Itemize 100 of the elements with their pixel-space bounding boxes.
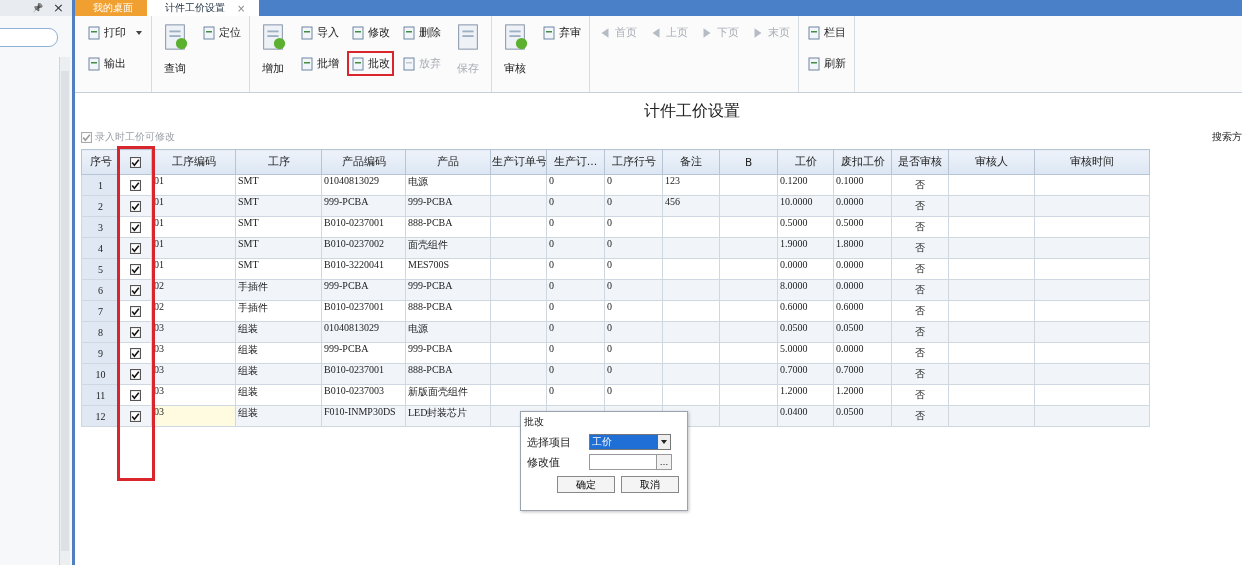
row-checkbox[interactable] (130, 221, 141, 233)
toolbar-button[interactable]: 导入 (296, 20, 343, 45)
table-cell: 0.7000 (836, 364, 864, 375)
search-field[interactable] (0, 27, 58, 47)
table-cell: 0 (607, 217, 612, 228)
column-header: 是否审核 (898, 155, 942, 167)
table-cell: 组装 (238, 323, 258, 334)
row-number: 9 (98, 347, 103, 359)
row-number: 3 (98, 221, 103, 233)
table-cell: B010-3220041 (324, 259, 384, 270)
option-label: 录入时工价可修改 (95, 130, 175, 144)
row-checkbox[interactable] (130, 263, 141, 275)
column-header: 废扣工价 (840, 155, 885, 167)
row-checkbox[interactable] (130, 284, 141, 296)
table-cell: 0.0000 (780, 259, 808, 270)
value-field[interactable] (589, 454, 656, 470)
table-cell: 0.0500 (836, 406, 864, 417)
cancel-button[interactable]: 取消 (621, 476, 679, 493)
row-checkbox[interactable] (130, 179, 141, 191)
table-cell: B010-0237001 (324, 217, 384, 228)
table-cell: 999-PCBA (324, 343, 369, 354)
table-cell: 否 (915, 347, 925, 358)
item-select[interactable]: 工价 (589, 434, 671, 450)
document-icon (351, 56, 365, 71)
row-checkbox[interactable] (130, 347, 141, 359)
table-cell: 0 (549, 301, 554, 312)
table-cell: 888-PCBA (408, 364, 453, 375)
pin-icon[interactable]: 📌 (32, 2, 44, 13)
table-cell: 电源 (408, 323, 428, 334)
table-cell: B010-0237002 (324, 238, 384, 249)
column-header: 审核时间 (1070, 155, 1114, 167)
document-icon (202, 25, 216, 40)
table-cell: 0 (607, 364, 612, 375)
table-cell: 组装 (238, 386, 258, 397)
row-checkbox[interactable] (130, 305, 141, 317)
toolbar-button[interactable]: 审核 (496, 20, 534, 79)
table-cell: 否 (915, 263, 925, 274)
table-cell: 否 (915, 305, 925, 316)
row-checkbox[interactable] (130, 326, 141, 338)
toolbar-button[interactable]: 弃审 (538, 20, 585, 45)
table-cell: 手插件 (238, 302, 268, 313)
toolbar-button[interactable]: 修改 (347, 20, 394, 45)
dialog-title: 批改 (523, 415, 545, 429)
row-checkbox[interactable] (130, 200, 141, 212)
table-cell: 0.6000 (780, 301, 808, 312)
scrollbar[interactable] (59, 57, 70, 565)
column-header: 工序编码 (171, 155, 216, 167)
table-cell: 999-PCBA (408, 196, 453, 207)
toolbar-button[interactable]: 查询 (156, 20, 194, 79)
table-cell: 0.5000 (780, 217, 808, 228)
table-cell: 0.7000 (780, 364, 808, 375)
toolbar-button[interactable]: 定位 (198, 20, 245, 45)
document-icon (402, 25, 416, 40)
document-icon (300, 25, 314, 40)
table-cell: 0.0500 (780, 322, 808, 333)
table-cell: 组装 (238, 407, 258, 418)
browse-button[interactable]: … (656, 454, 672, 470)
toolbar-button[interactable]: 输出 (83, 51, 147, 76)
ok-button[interactable]: 确定 (557, 476, 615, 493)
toolbar-button[interactable]: 增加 (254, 20, 292, 79)
column-header: 产品编码 (341, 155, 386, 167)
table-cell: 123 (665, 175, 680, 186)
document-icon (402, 56, 416, 71)
table-cell: 0.6000 (836, 301, 864, 312)
select-all-checkbox[interactable] (130, 156, 141, 168)
column-header: 备注 (680, 155, 702, 167)
row-checkbox[interactable] (130, 389, 141, 401)
toolbar-button[interactable]: 批改 (347, 51, 394, 76)
table-cell: 0 (549, 259, 554, 270)
table-cell: 0 (549, 280, 554, 291)
document-icon (300, 56, 314, 71)
table-cell: 0.0000 (836, 196, 864, 207)
close-icon[interactable]: × (53, 0, 64, 16)
table-cell: 0.1200 (780, 175, 808, 186)
toolbar-button[interactable]: 栏目 (803, 20, 850, 45)
toolbar-button[interactable]: 删除 (398, 20, 445, 45)
table-cell: 0.0000 (836, 343, 864, 354)
row-checkbox[interactable] (130, 368, 141, 380)
table-cell: 01040813029 (324, 322, 379, 333)
row-checkbox[interactable] (130, 242, 141, 254)
toolbar-button[interactable]: 批增 (296, 51, 343, 76)
table-cell: 999-PCBA (408, 343, 453, 354)
toolbar-button[interactable]: 刷新 (803, 51, 850, 76)
page-title: 计件工价设置 (642, 100, 741, 122)
table-cell: LED封装芯片 (408, 407, 468, 418)
row-number: 8 (98, 326, 103, 338)
field-label: 修改值 (527, 454, 561, 470)
table-cell: 1.9000 (780, 238, 808, 249)
table-cell: 999-PCBA (324, 280, 369, 291)
column-header: 工价 (794, 155, 817, 167)
tab[interactable]: 计件工价设置 × (147, 0, 260, 16)
table-cell: 8.0000 (780, 280, 808, 291)
toolbar-button[interactable]: 打印 (83, 20, 147, 45)
row-checkbox[interactable] (130, 410, 141, 422)
row-number: 6 (98, 284, 103, 296)
field-label: 选择项目 (527, 434, 572, 450)
caret-icon (658, 435, 670, 449)
table-cell: 组装 (238, 365, 258, 376)
table-cell: 0 (549, 175, 554, 186)
table-cell: 否 (915, 326, 925, 337)
